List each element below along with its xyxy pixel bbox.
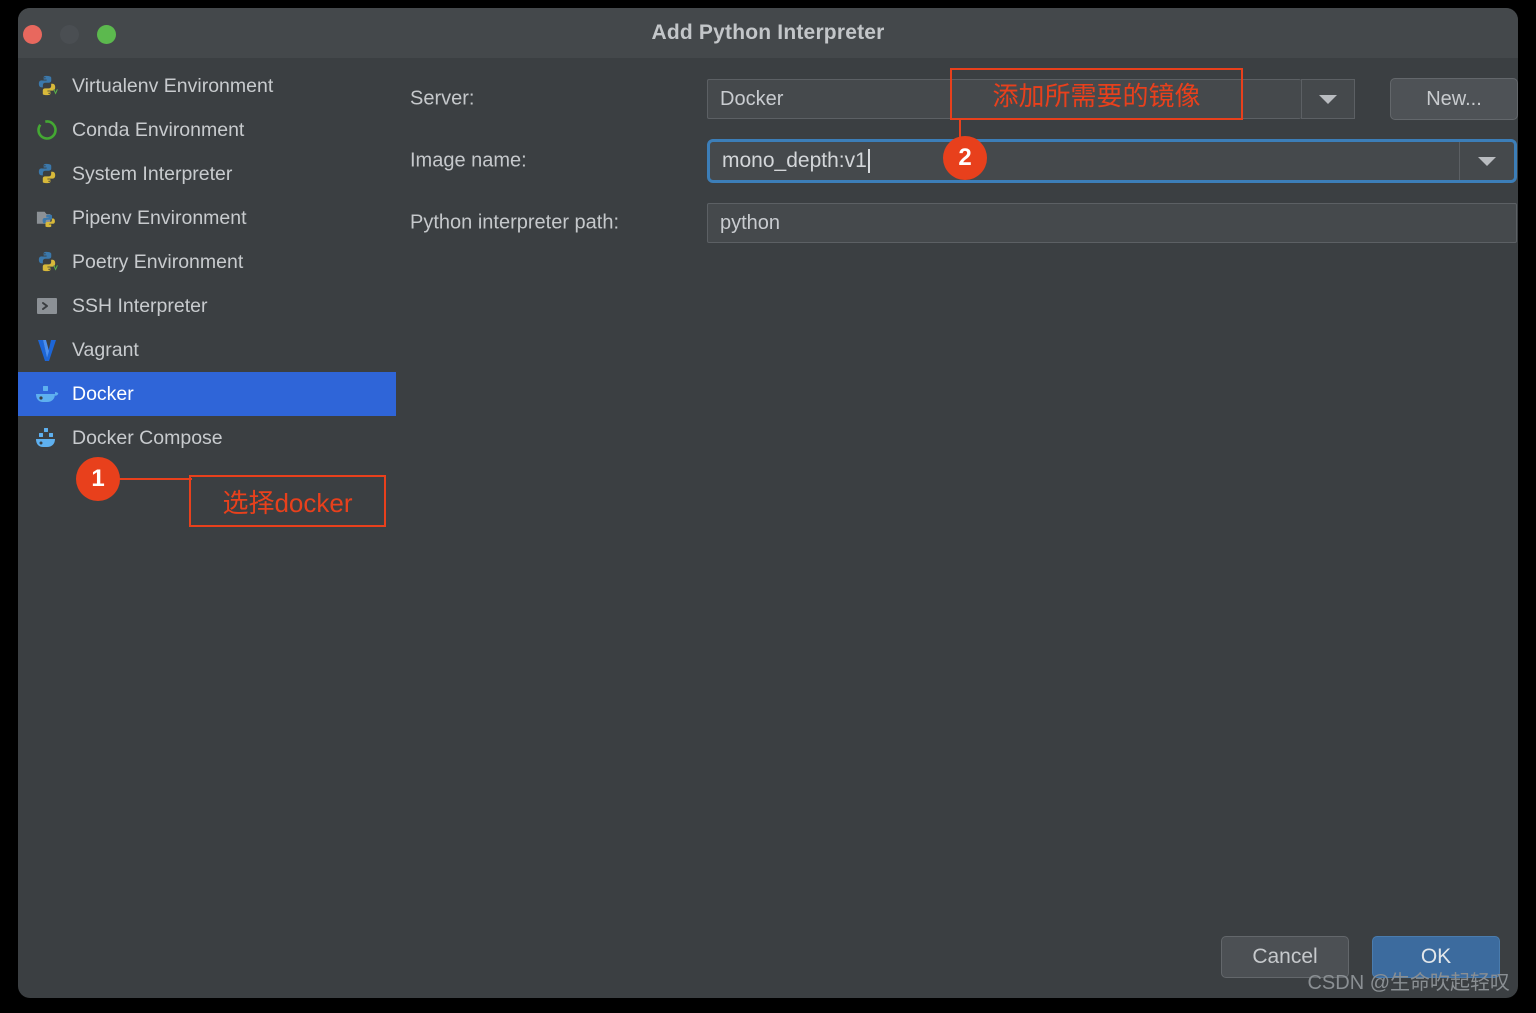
vagrant-icon xyxy=(34,337,60,363)
sidebar-item-label: SSH Interpreter xyxy=(72,294,208,317)
ssh-terminal-icon xyxy=(34,293,60,319)
sidebar-item-system-interpreter[interactable]: System Interpreter xyxy=(18,152,396,196)
image-name-label: Image name: xyxy=(410,149,527,172)
server-dropdown-button[interactable] xyxy=(1301,79,1355,119)
sidebar-item-label: Docker Compose xyxy=(72,426,223,449)
python-venv-icon xyxy=(34,73,60,99)
sidebar-item-docker-compose[interactable]: Docker Compose xyxy=(18,416,396,460)
annotation-box-1: 选择docker xyxy=(189,475,386,527)
image-name-input-wrapper[interactable]: mono_depth:v1 xyxy=(710,142,1460,180)
interpreter-type-list[interactable]: Virtualenv Environment Conda Environment… xyxy=(18,64,396,460)
window-title: Add Python Interpreter xyxy=(651,21,885,44)
sidebar-item-label: Poetry Environment xyxy=(72,250,244,273)
sidebar-item-conda-environment[interactable]: Conda Environment xyxy=(18,108,396,152)
docker-compose-icon xyxy=(34,425,60,451)
python-path-row: Python interpreter path: python xyxy=(410,192,1517,254)
server-label: Server: xyxy=(410,87,475,110)
csdn-watermark: CSDN @生命吹起轻叹 xyxy=(1307,972,1510,994)
sidebar-item-label: Docker xyxy=(72,382,134,405)
chevron-down-icon xyxy=(1319,94,1337,104)
python-path-input[interactable]: python xyxy=(707,203,1517,243)
sidebar-item-label: Virtualenv Environment xyxy=(72,74,274,97)
python-venv-icon xyxy=(34,249,60,275)
conda-icon xyxy=(34,117,60,143)
sidebar-item-poetry-environment[interactable]: Poetry Environment xyxy=(18,240,396,284)
add-python-interpreter-dialog: Add Python Interpreter Virtualenv Enviro… xyxy=(18,8,1518,998)
annotation-badge-1: 1 xyxy=(76,457,120,501)
image-name-combobox[interactable]: mono_depth:v1 xyxy=(707,139,1517,183)
sidebar-item-ssh-interpreter[interactable]: SSH Interpreter xyxy=(18,284,396,328)
sidebar-item-label: Conda Environment xyxy=(72,118,245,141)
docker-icon xyxy=(34,381,60,407)
sidebar-item-label: Pipenv Environment xyxy=(72,206,247,229)
python-icon xyxy=(34,161,60,187)
annotation-badge-2: 2 xyxy=(943,136,987,180)
sidebar-item-docker[interactable]: Docker xyxy=(18,372,396,416)
chevron-down-icon xyxy=(1478,156,1496,166)
title-bar: Add Python Interpreter xyxy=(18,8,1518,58)
sidebar-item-label: Vagrant xyxy=(72,338,139,361)
python-path-field-wrapper[interactable]: python xyxy=(707,203,1517,243)
new-server-button[interactable]: New... xyxy=(1390,78,1518,120)
sidebar-item-pipenv-environment[interactable]: Pipenv Environment xyxy=(18,196,396,240)
sidebar-item-vagrant[interactable]: Vagrant xyxy=(18,328,396,372)
sidebar-item-virtualenv-environment[interactable]: Virtualenv Environment xyxy=(18,64,396,108)
image-name-dropdown-button[interactable] xyxy=(1460,142,1514,180)
pipenv-icon xyxy=(34,205,60,231)
sidebar-item-label: System Interpreter xyxy=(72,162,233,185)
text-cursor xyxy=(867,149,870,173)
image-name-input[interactable]: mono_depth:v1 xyxy=(722,149,867,173)
annotation-connector-1 xyxy=(118,478,192,480)
python-path-label: Python interpreter path: xyxy=(410,211,620,234)
annotation-box-2: 添加所需要的镜像 xyxy=(950,68,1243,120)
